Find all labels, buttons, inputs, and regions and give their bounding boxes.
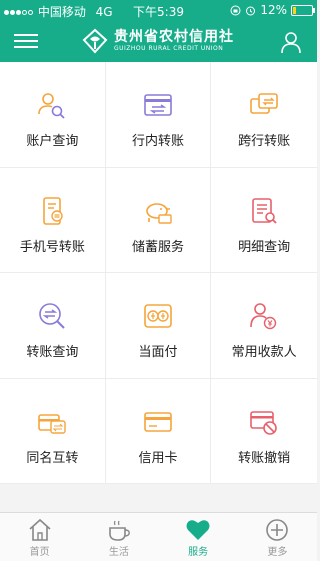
service-phone-transfer[interactable]: 手机号转账 <box>0 167 106 273</box>
tab-service[interactable]: 服务 <box>159 513 238 561</box>
tab-home[interactable]: 首页 <box>0 513 79 561</box>
service-grid: 账户查询 行内转账 跨行转账 手机号转账 储蓄服务 明细查询 转账查询 当面付 … <box>0 62 317 484</box>
service-label: 同名互转 <box>26 450 79 466</box>
cup-icon <box>109 520 130 541</box>
payee-icon <box>250 303 277 330</box>
transfer-query-icon <box>39 303 66 329</box>
phone-transfer-icon <box>43 196 64 225</box>
service-face-pay[interactable]: 当面付 <box>105 273 212 379</box>
service-label: 转账查询 <box>26 345 79 360</box>
service-label: 常用收款人 <box>231 345 297 360</box>
tab-more[interactable]: 更多 <box>238 513 317 561</box>
service-account-search[interactable]: 账户查询 <box>0 62 106 168</box>
service-label: 手机号转账 <box>19 239 85 255</box>
service-inter-transfer[interactable]: 跨行转账 <box>211 62 317 168</box>
service-label: 明细查询 <box>238 239 291 255</box>
service-label: 行内转账 <box>131 134 184 149</box>
service-label: 跨行转账 <box>238 134 291 149</box>
home-icon <box>29 518 51 541</box>
service-details[interactable]: 明细查询 <box>211 168 317 273</box>
status-right: 12% <box>230 3 315 17</box>
service-intra-transfer[interactable]: 行内转账 <box>105 62 212 168</box>
bottom-tab-bar: 首页 生活 服务 更多 <box>0 512 317 561</box>
service-label: 信用卡 <box>138 450 178 466</box>
inter-transfer-icon <box>250 93 278 114</box>
service-transfer-cancel[interactable]: 转账撤销 <box>211 379 317 484</box>
rotation-lock-icon <box>230 5 241 15</box>
bank-logo-icon <box>82 28 108 54</box>
credit-card-icon <box>144 411 172 432</box>
details-icon <box>252 197 277 224</box>
tab-life[interactable]: 生活 <box>79 513 158 561</box>
piggy-bank-icon <box>146 202 172 224</box>
same-name-transfer-icon <box>38 413 67 434</box>
user-icon[interactable] <box>279 30 303 54</box>
menu-button[interactable] <box>14 30 38 52</box>
service-label: 账户查询 <box>26 134 79 149</box>
service-same-name-transfer[interactable]: 同名互转 <box>0 378 106 484</box>
service-label: 储蓄服务 <box>131 239 184 255</box>
account-search-icon <box>38 93 65 119</box>
service-savings[interactable]: 储蓄服务 <box>105 167 212 273</box>
tab-label: 生活 <box>108 547 129 558</box>
brand-name-cn: 贵州省农村信用社 <box>114 29 234 45</box>
brand-logo: 贵州省农村信用社 GUIZHOU RURAL CREDIT UNION <box>82 26 234 56</box>
app-header: 贵州省农村信用社 GUIZHOU RURAL CREDIT UNION <box>0 21 317 62</box>
service-label: 当面付 <box>138 345 178 360</box>
alarm-icon <box>246 6 256 15</box>
service-credit-card[interactable]: 信用卡 <box>105 378 212 484</box>
transfer-cancel-icon <box>250 410 277 435</box>
heart-icon <box>186 520 210 540</box>
tab-label: 更多 <box>267 547 288 558</box>
battery-percent: 12% <box>260 3 287 17</box>
intra-transfer-icon <box>144 94 172 116</box>
plus-circle-icon <box>266 519 289 541</box>
status-bar: 中国移动 4G 下午5:39 12% <box>0 0 317 21</box>
service-label: 转账撤销 <box>238 450 291 466</box>
service-payee[interactable]: 常用收款人 <box>211 273 317 379</box>
battery-icon <box>291 4 315 16</box>
tab-label: 服务 <box>188 547 209 558</box>
face-pay-icon <box>144 304 172 328</box>
brand-name-en: GUIZHOU RURAL CREDIT UNION <box>114 45 224 52</box>
tab-label: 首页 <box>29 547 50 558</box>
service-transfer-query[interactable]: 转账查询 <box>0 273 106 379</box>
